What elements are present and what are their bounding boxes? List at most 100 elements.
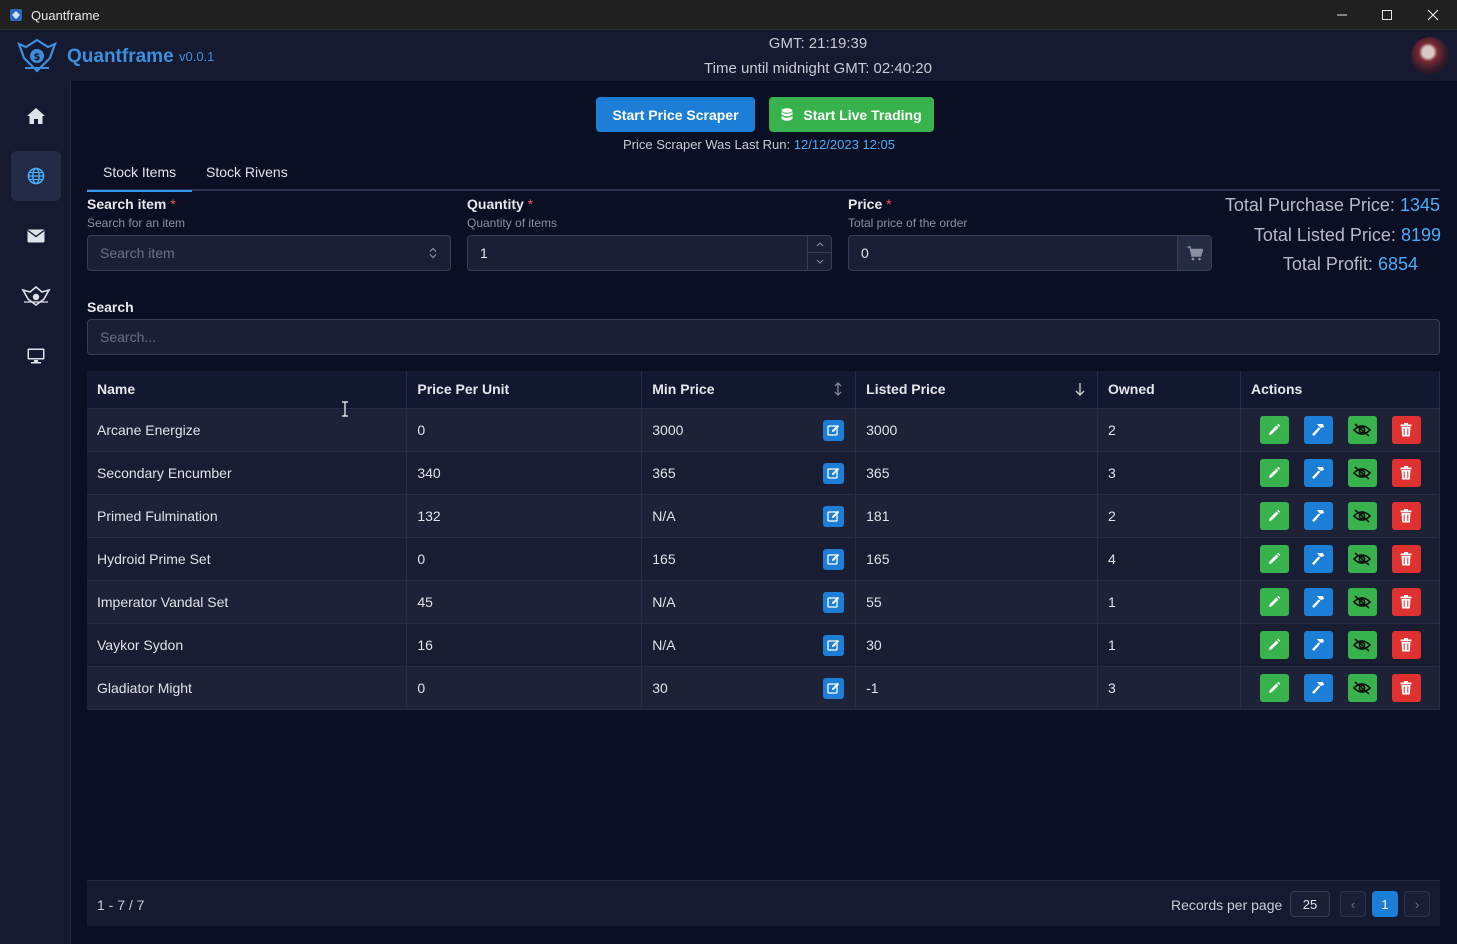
sell-button[interactable]	[1303, 587, 1333, 616]
tab-stock-rivens[interactable]: Stock Rivens	[206, 164, 288, 180]
sidebar-item-messages[interactable]	[11, 211, 61, 261]
page-1-button[interactable]: 1	[1372, 891, 1398, 917]
edit-min-price-button[interactable]	[823, 419, 845, 441]
add-to-stock-button[interactable]	[1177, 236, 1211, 270]
edit-icon	[827, 553, 840, 565]
edit-button[interactable]	[1259, 673, 1289, 702]
start-price-scraper-button[interactable]: Start Price Scraper	[596, 97, 755, 132]
column-header-name[interactable]: Name	[87, 371, 408, 409]
hammer-icon	[1312, 552, 1325, 565]
edit-button[interactable]	[1259, 415, 1289, 444]
hide-button[interactable]	[1347, 415, 1377, 444]
previous-page-button[interactable]: ‹	[1340, 891, 1366, 917]
total-listed-label: Total Listed Price:	[1253, 225, 1396, 245]
delete-button[interactable]	[1391, 587, 1421, 616]
sidebar-item-trading[interactable]	[11, 151, 61, 201]
eye-off-icon	[1353, 551, 1372, 566]
sell-button[interactable]	[1303, 673, 1333, 702]
midnight-countdown: Time until midnight GMT: 02:40:20	[704, 60, 932, 77]
edit-button[interactable]	[1259, 630, 1289, 659]
hide-button[interactable]	[1347, 673, 1377, 702]
hide-button[interactable]	[1347, 544, 1377, 573]
select-chevron-icon	[429, 247, 437, 259]
delete-button[interactable]	[1391, 415, 1421, 444]
hammer-icon	[1312, 509, 1325, 522]
pencil-icon	[1269, 509, 1281, 521]
column-header-min-price[interactable]: Min Price	[641, 371, 857, 409]
start-price-scraper-label: Start Price Scraper	[612, 106, 739, 123]
min-price-value: N/A	[652, 507, 676, 524]
hide-button[interactable]	[1347, 458, 1377, 487]
quantity-increment[interactable]	[808, 236, 831, 253]
cell-owned: 1	[1097, 580, 1241, 624]
close-icon	[1427, 9, 1439, 21]
cell-min-price: 3000	[641, 408, 857, 452]
sidebar-item-debug[interactable]	[11, 331, 61, 381]
cell-price-per-unit: 340	[406, 451, 643, 495]
hide-button[interactable]	[1347, 501, 1377, 530]
sort-unsorted-icon	[834, 382, 842, 396]
edit-button[interactable]	[1259, 458, 1289, 487]
edit-min-price-button[interactable]	[823, 634, 845, 656]
sell-button[interactable]	[1303, 544, 1333, 573]
cell-min-price: 30	[641, 666, 857, 710]
maximize-button[interactable]	[1364, 0, 1410, 30]
row-actions	[1251, 415, 1439, 444]
quantity-stepper[interactable]: 1	[467, 235, 832, 271]
search-input[interactable]: Search...	[87, 319, 1440, 355]
user-avatar[interactable]	[1411, 37, 1449, 75]
edit-min-price-button[interactable]	[823, 548, 845, 570]
delete-button[interactable]	[1391, 501, 1421, 530]
tab-stock-items[interactable]: Stock Items	[86, 164, 193, 192]
search-item-select[interactable]: Search item	[87, 235, 451, 271]
hide-button[interactable]	[1347, 587, 1377, 616]
required-marker: *	[170, 196, 176, 212]
text-cursor-icon	[342, 401, 348, 417]
quantity-description: Quantity of items	[467, 216, 558, 230]
column-header-price-per-unit[interactable]: Price Per Unit	[406, 371, 643, 409]
quantity-decrement[interactable]	[808, 253, 831, 269]
sidebar-item-home[interactable]	[11, 91, 61, 141]
edit-button[interactable]	[1259, 544, 1289, 573]
search-item-label: Search item *	[87, 196, 176, 212]
search-item-placeholder: Search item	[100, 245, 175, 261]
sell-button[interactable]	[1303, 458, 1333, 487]
price-field[interactable]: 0	[848, 235, 1212, 271]
cell-owned: 2	[1097, 494, 1241, 538]
table-row: Arcane Energize 0 3000 3000 2	[87, 408, 1441, 452]
sell-button[interactable]	[1303, 501, 1333, 530]
close-button[interactable]	[1410, 0, 1456, 30]
cell-listed-price: 365	[855, 451, 1099, 495]
eye-off-icon	[1353, 680, 1372, 695]
sell-button[interactable]	[1303, 415, 1333, 444]
edit-min-price-button[interactable]	[823, 462, 845, 484]
minimize-button[interactable]	[1319, 0, 1365, 30]
table-row: Imperator Vandal Set 45 N/A 55 1	[87, 580, 1441, 624]
min-price-value: N/A	[652, 636, 676, 653]
edit-min-price-button[interactable]	[823, 505, 845, 527]
edit-min-price-button[interactable]	[823, 591, 845, 613]
records-per-page-label: Records per page	[1171, 897, 1283, 913]
edit-icon	[827, 639, 840, 651]
search-placeholder: Search...	[100, 329, 157, 345]
edit-button[interactable]	[1259, 587, 1289, 616]
sell-button[interactable]	[1303, 630, 1333, 659]
warframe-icon	[21, 285, 51, 306]
edit-min-price-button[interactable]	[823, 677, 845, 699]
eye-off-icon	[1353, 508, 1372, 523]
column-header-listed-price[interactable]: Listed Price	[855, 371, 1099, 409]
next-page-button[interactable]: ›	[1404, 891, 1430, 917]
sidebar-item-warframe[interactable]	[11, 271, 61, 321]
records-per-page-select[interactable]: 25	[1290, 891, 1330, 917]
start-live-trading-button[interactable]: Start Live Trading	[769, 97, 934, 132]
delete-button[interactable]	[1391, 544, 1421, 573]
delete-button[interactable]	[1391, 458, 1421, 487]
delete-button[interactable]	[1391, 630, 1421, 659]
column-header-owned[interactable]: Owned	[1097, 371, 1241, 409]
edit-icon	[827, 510, 840, 522]
hide-button[interactable]	[1347, 630, 1377, 659]
delete-button[interactable]	[1391, 673, 1421, 702]
cell-listed-price: 30	[855, 623, 1099, 667]
edit-button[interactable]	[1259, 501, 1289, 530]
hammer-icon	[1312, 595, 1325, 608]
